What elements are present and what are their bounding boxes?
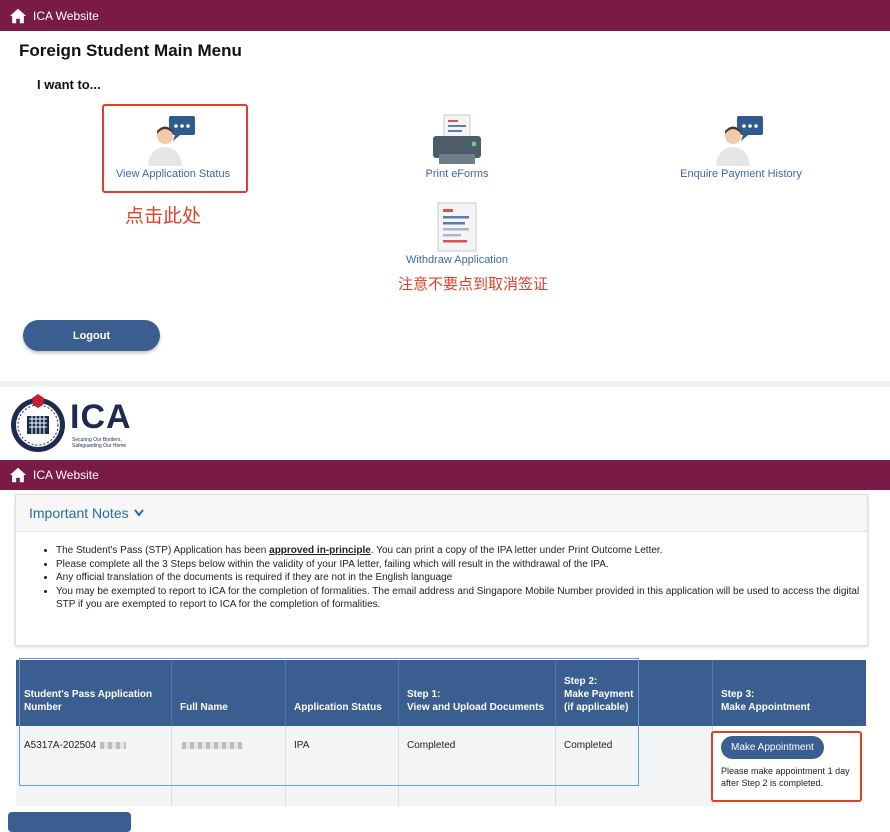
redacted-text [100,741,127,749]
header-step2: Step 2: Make Payment (if applicable) [555,660,713,726]
second-nav-bar: ICA Website [0,460,890,490]
ica-crest-logo [11,394,65,452]
tile-label: View Application Status [115,168,231,180]
important-notes-panel: Important Notes The Student's Pass (STP)… [15,494,868,646]
header-step1: Step 1: View and Upload Documents [398,660,556,726]
cell-step2-status: Completed [555,726,713,806]
cell-full-name [171,726,286,806]
person-chat-icon [148,116,195,166]
header-full-name: Full Name [171,660,286,726]
ica-logo-text: ICA [70,398,132,436]
print-eforms-tile[interactable]: Print eForms [412,114,502,180]
note-item: Any official translation of the document… [56,571,867,585]
tile-label: Withdraw Application [405,254,509,266]
person-chat-icon [716,116,763,166]
ica-logo-tagline: Securing Our Borders, Safeguarding Our H… [72,437,127,449]
view-application-status-tile[interactable]: View Application Status [108,114,238,180]
enquire-payment-history-tile[interactable]: Enquire Payment History [676,114,806,180]
application-steps-table: Student's Pass Application Number Full Na… [16,660,866,806]
important-notes-heading: Important Notes [29,505,129,521]
note-item: You may be exempted to report to ICA for… [56,585,867,612]
table-row: A5317A-202504 IPA Completed Completed Ma… [16,726,866,806]
notes-list: The Student's Pass (STP) Application has… [16,544,867,612]
screenshot-divider [0,381,890,387]
logout-button[interactable]: Logout [23,320,160,351]
withdraw-application-tile[interactable]: Withdraw Application [397,202,517,266]
cell-application-status: IPA [285,726,399,806]
page-title: Foreign Student Main Menu [19,41,242,60]
tile-label: Print eForms [425,168,489,180]
cell-step3: Make Appointment Please make appointment… [712,726,866,806]
make-appointment-button[interactable]: Make Appointment [721,736,824,759]
menu-subtitle: I want to... [37,77,101,92]
ica-website-link[interactable]: ICA Website [33,468,99,482]
bottom-button[interactable] [8,812,131,832]
redacted-text [182,741,242,749]
cell-step1-status: Completed [398,726,556,806]
annotation-warning: 注意不要点到取消签证 [398,275,549,293]
appointment-note: Please make appointment 1 day after Step… [721,766,850,788]
note-item: Please complete all the 3 Steps below wi… [56,558,867,572]
header-step3: Step 3: Make Appointment [712,660,866,726]
printer-icon [433,114,481,164]
header-application-number: Student's Pass Application Number [16,660,172,726]
document-icon [437,202,477,252]
annotation-click-here: 点击此处 [125,205,202,227]
home-icon[interactable] [9,466,27,484]
ica-website-link[interactable]: ICA Website [33,9,99,23]
header-application-status: Application Status [285,660,399,726]
tile-label: Enquire Payment History [680,168,802,180]
home-icon[interactable] [9,7,27,25]
note-item: The Student's Pass (STP) Application has… [56,544,867,558]
chevron-down-icon [133,509,144,517]
cell-application-number: A5317A-202504 [16,726,172,806]
important-notes-toggle[interactable]: Important Notes [16,495,867,532]
top-nav-bar: ICA Website [0,0,890,31]
